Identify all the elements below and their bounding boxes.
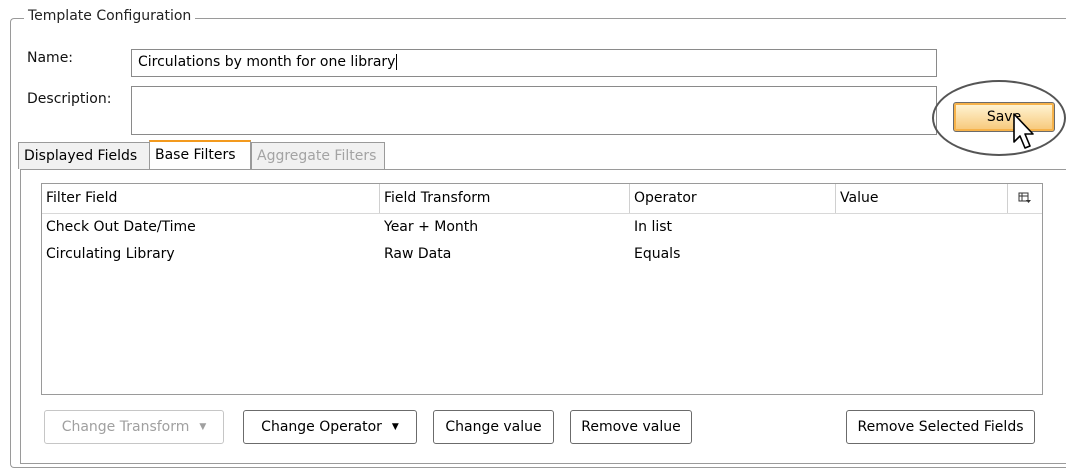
column-header-filter-field[interactable]: Filter Field [42,184,380,213]
description-input[interactable] [131,86,937,135]
name-input-value: Circulations by month for one library [138,54,396,70]
change-transform-button: Change Transform ▼ [44,410,224,444]
cell-field-transform: Raw Data [384,246,452,262]
name-label: Name: [27,50,74,66]
change-operator-label: Change Operator [261,419,382,435]
column-header-field-transform[interactable]: Field Transform [380,184,630,213]
dropdown-arrow-icon: ▼ [391,422,399,432]
dropdown-arrow-icon: ▼ [199,422,207,432]
column-header-value[interactable]: Value [836,184,1008,213]
name-input[interactable]: Circulations by month for one library [131,49,937,77]
change-operator-button[interactable]: Change Operator ▼ [243,410,417,444]
mouse-pointer-icon [1013,113,1034,149]
tab-base-filters[interactable]: Base Filters [149,140,251,169]
cell-field-transform: Year + Month [384,219,479,235]
tab-displayed-fields[interactable]: Displayed Fields [18,142,150,169]
change-transform-label: Change Transform [61,419,190,435]
remove-selected-fields-button[interactable]: Remove Selected Fields [846,410,1035,444]
text-caret [396,54,398,70]
description-label: Description: [27,91,112,107]
template-configuration-legend: Template Configuration [24,8,196,24]
remove-value-button[interactable]: Remove value [570,410,692,444]
tab-aggregate-filters: Aggregate Filters [251,142,385,169]
cell-filter-field: Check Out Date/Time [46,219,196,235]
column-picker-icon[interactable] [1008,184,1042,213]
cell-filter-field: Circulating Library [46,246,175,262]
grid-header: Filter Field Field Transform Operator Va… [42,184,1042,214]
change-value-button[interactable]: Change value [433,410,554,444]
cell-operator: In list [634,219,673,235]
cell-operator: Equals [634,246,681,262]
filters-grid[interactable]: Filter Field Field Transform Operator Va… [41,183,1043,395]
column-header-operator[interactable]: Operator [630,184,836,213]
save-button[interactable]: Save [953,102,1055,132]
